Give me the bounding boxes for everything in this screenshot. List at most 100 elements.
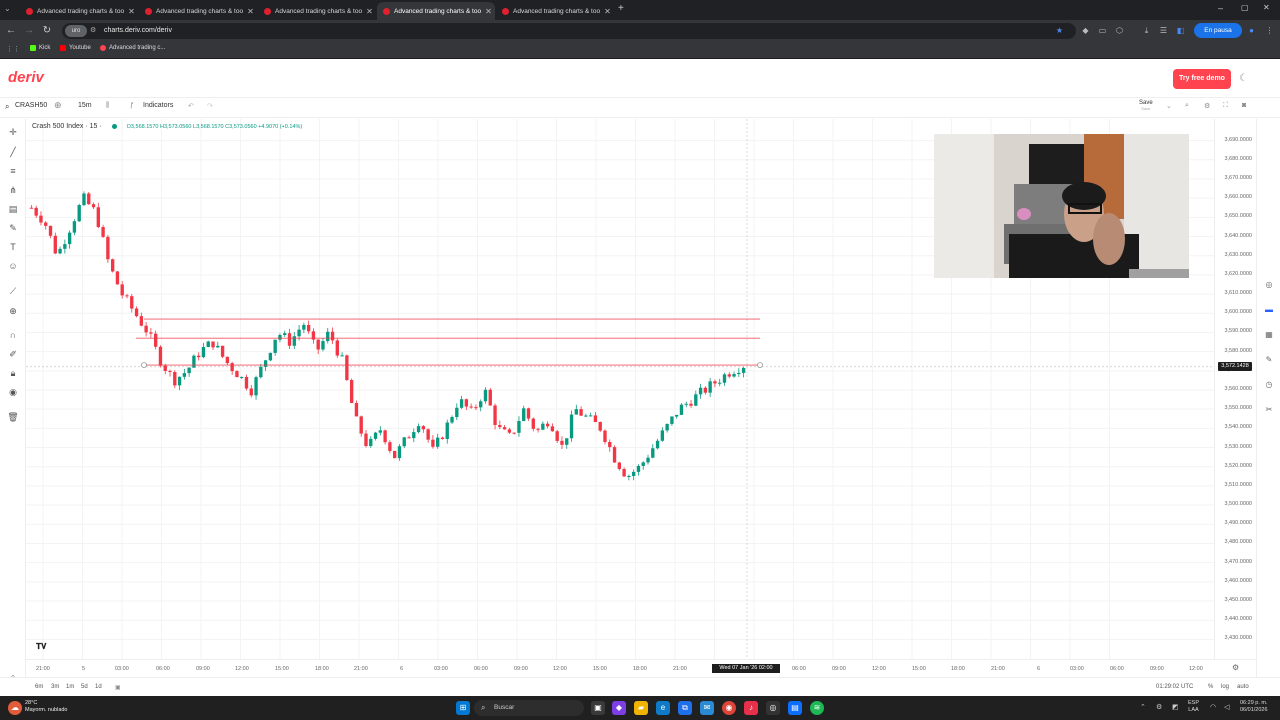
close-icon[interactable]: ✕: [366, 7, 373, 16]
horizontal-lines-icon[interactable]: ≡: [7, 165, 19, 177]
tray-app2-icon[interactable]: ◩: [1172, 703, 1179, 711]
auto-toggle[interactable]: auto: [1237, 684, 1249, 690]
tray-chevron-icon[interactable]: ⌃: [1140, 703, 1146, 711]
weather-widget[interactable]: 28°C Mayorm. nublado: [25, 700, 68, 714]
tray-app-icon[interactable]: ⚙: [1156, 703, 1162, 711]
time-axis-settings-icon[interactable]: ⚙: [1232, 663, 1239, 672]
tab-search-icon[interactable]: ⌄: [4, 4, 11, 13]
close-icon[interactable]: ✕: [485, 7, 492, 16]
spotify-icon[interactable]: ≋: [810, 701, 824, 715]
volume-icon[interactable]: ◁: [1224, 703, 1229, 711]
range-6m[interactable]: 6m: [35, 684, 43, 690]
browser-tab[interactable]: Advanced trading charts & too ✕: [20, 2, 138, 20]
browser-tab[interactable]: Advanced trading charts & too ✕: [139, 2, 257, 20]
bookmark-youtube[interactable]: Youtube: [60, 45, 91, 51]
range-3m[interactable]: 3m: [51, 684, 59, 690]
cursor-icon[interactable]: ✛: [7, 126, 19, 138]
range-1m[interactable]: 1m: [66, 684, 74, 690]
theme-toggle-icon[interactable]: ☾: [1239, 73, 1248, 84]
chrome-icon[interactable]: ◉: [722, 701, 736, 715]
app2-icon[interactable]: ▤: [788, 701, 802, 715]
browser-tab[interactable]: Advanced trading charts & too ✕: [496, 2, 614, 20]
redo-icon[interactable]: ↷: [207, 102, 213, 110]
bookmark-deriv[interactable]: Advanced trading c...: [100, 45, 165, 51]
weather-icon[interactable]: ☁: [8, 701, 22, 715]
media-icon[interactable]: ☰: [1158, 25, 1169, 36]
tools-icon[interactable]: ✂: [1263, 404, 1275, 416]
taskbar-search[interactable]: ⌕ Buscar: [474, 700, 584, 716]
new-tab-icon[interactable]: +: [618, 3, 624, 14]
browser-tab[interactable]: Advanced trading charts & too ✕: [258, 2, 376, 20]
time-axis[interactable]: 21:00 5 03:00 06:00 09:00 12:00 15:00 18:00 21:0…: [26, 659, 1256, 677]
profile-paused-button[interactable]: En pausa: [1194, 23, 1242, 38]
date-range-icon[interactable]: ▣: [115, 684, 121, 691]
lock-icon[interactable]: 🔒︎: [7, 367, 19, 379]
wifi-icon[interactable]: ◠: [1210, 703, 1216, 711]
emoji-icon[interactable]: ☺: [7, 260, 19, 272]
indicators-button[interactable]: Indicators: [143, 102, 173, 109]
browser-menu-icon[interactable]: ⋮: [1264, 25, 1275, 36]
app-icon[interactable]: ◆: [612, 701, 626, 715]
close-icon[interactable]: ✕: [247, 7, 254, 16]
forward-icon[interactable]: →: [22, 24, 36, 38]
file-explorer-icon[interactable]: ▰: [634, 701, 648, 715]
maximize-icon[interactable]: ▢: [1241, 3, 1249, 12]
search-icon[interactable]: ⌕: [5, 102, 9, 112]
try-free-demo-button[interactable]: Try free demo: [1173, 69, 1231, 89]
chevron-down-icon[interactable]: ⌄: [1166, 102, 1172, 110]
symbol-selector[interactable]: CRASH50: [15, 102, 47, 109]
save-button[interactable]: Save Save: [1139, 100, 1153, 112]
interval-selector[interactable]: 15m: [78, 102, 92, 109]
percent-toggle[interactable]: %: [1208, 684, 1213, 690]
log-toggle[interactable]: log: [1221, 684, 1229, 690]
minimize-icon[interactable]: –: [1218, 3, 1223, 13]
bookmark-star-icon[interactable]: ★: [1054, 25, 1065, 36]
ruler-icon[interactable]: ⟋: [7, 285, 19, 297]
magnet-icon[interactable]: ∩: [7, 329, 19, 341]
guest-badge[interactable]: uro: [65, 25, 87, 37]
mail-icon[interactable]: ✉: [700, 701, 714, 715]
site-info-icon[interactable]: ⚙: [90, 23, 96, 39]
back-icon[interactable]: ←: [4, 24, 18, 38]
fork-icon[interactable]: ⋔: [7, 184, 19, 196]
range-5d[interactable]: 5d: [81, 684, 88, 690]
alerts-icon[interactable]: ◷: [1263, 379, 1275, 391]
bookmark-kick[interactable]: Kick: [30, 45, 50, 51]
compare-icon[interactable]: ⊕: [54, 100, 62, 111]
edge-icon[interactable]: e: [656, 701, 670, 715]
indicators-icon[interactable]: ƒ: [130, 102, 134, 109]
task-view-icon[interactable]: ▣: [591, 701, 605, 715]
brush-icon[interactable]: ✎: [7, 222, 19, 234]
url-field[interactable]: uro ⚙ charts.deriv.com/deriv: [62, 23, 1076, 39]
settings-gear-icon[interactable]: ⚙: [1204, 102, 1210, 110]
rectangle-tool-icon[interactable]: ▤: [7, 203, 19, 215]
sidebar-icon[interactable]: ◧: [1175, 25, 1186, 36]
obs-icon[interactable]: ◎: [766, 701, 780, 715]
browser-tab-active[interactable]: Advanced trading charts & too ✕: [377, 2, 495, 20]
pencil-lock-icon[interactable]: ✐: [7, 348, 19, 360]
calendar-icon[interactable]: ▦: [1263, 329, 1275, 341]
extension-icon[interactable]: ◆: [1080, 25, 1091, 36]
zoom-in-icon[interactable]: ⊕: [7, 305, 19, 317]
window-close-icon[interactable]: ✕: [1263, 3, 1270, 12]
deriv-logo[interactable]: deriv: [8, 69, 44, 86]
watchlist-icon[interactable]: ◎: [1263, 279, 1275, 291]
close-icon[interactable]: ✕: [604, 7, 611, 16]
cast-icon[interactable]: ▭: [1097, 25, 1108, 36]
camera-icon[interactable]: ◙: [1242, 102, 1246, 109]
chart-type-icon[interactable]: ⫼: [106, 102, 109, 110]
store-icon[interactable]: ⧉: [678, 701, 692, 715]
extension-puzzle-icon[interactable]: ⬡: [1114, 25, 1125, 36]
price-axis[interactable]: 3,690.0000 3,680.0000 3,670.0000 3,660.0000…: [1214, 119, 1256, 659]
utc-clock[interactable]: 01:29:02 UTC: [1156, 684, 1193, 690]
trash-icon[interactable]: 🗑︎: [7, 411, 19, 423]
text-tool-icon[interactable]: T: [7, 241, 19, 253]
notes-icon[interactable]: ✎: [1263, 354, 1275, 366]
eye-icon[interactable]: ◉: [7, 386, 19, 398]
reload-icon[interactable]: ↻: [40, 24, 54, 38]
apps-grid-icon[interactable]: ⋮⋮: [6, 45, 20, 53]
clock[interactable]: 06:29 p. m. 06/01/2026: [1240, 700, 1268, 714]
chat-icon[interactable]: ▬: [1263, 304, 1275, 316]
profile-avatar-icon[interactable]: ●: [1246, 25, 1257, 36]
close-icon[interactable]: ✕: [128, 7, 135, 16]
